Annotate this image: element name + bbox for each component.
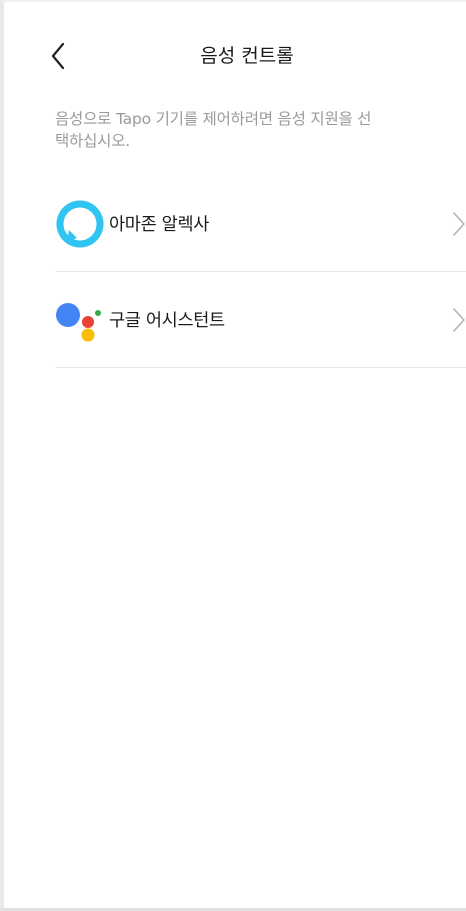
page-title: 음성 컨트롤 [200,45,294,67]
list-item-alexa[interactable]: 아마존 알렉사 [55,176,466,272]
voice-control-screen: 음성 컨트롤 음성으로 Tapo 기기를 제어하려면 음성 지원을 선택하십시오… [0,0,466,911]
voice-service-list: 아마존 알렉사 구글 어시스턴트 [55,176,466,368]
header: 음성 컨트롤 [4,28,466,84]
google-assistant-label: 구글 어시스턴트 [109,311,225,331]
list-item-google-assistant[interactable]: 구글 어시스턴트 [55,272,466,368]
chevron-right-icon [453,211,465,236]
google-assistant-icon [55,295,105,345]
chevron-right-icon [453,307,465,332]
description-text: 음성으로 Tapo 기기를 제어하려면 음성 지원을 선택하십시오. [55,110,372,150]
alexa-label: 아마존 알렉사 [109,215,210,235]
alexa-icon [55,199,105,249]
